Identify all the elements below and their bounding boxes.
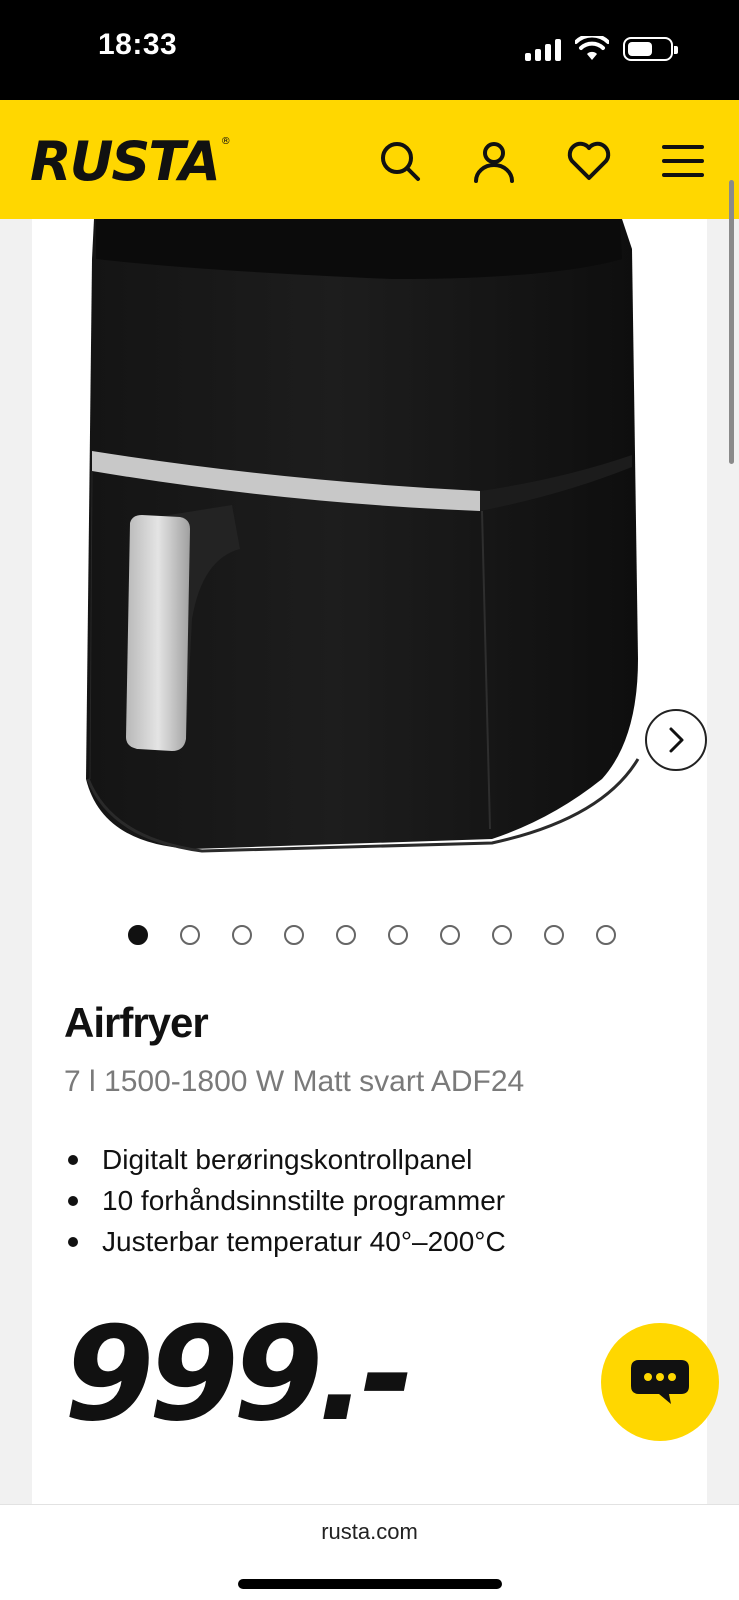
pagination-dot[interactable] [492,925,512,945]
wifi-icon [575,36,609,60]
heart-icon[interactable] [566,138,612,184]
account-icon[interactable] [471,138,517,184]
pagination-dot[interactable] [544,925,564,945]
pagination-dot[interactable] [128,925,148,945]
cellular-signal-icon [525,37,561,61]
status-bar: 18:33 [0,0,739,100]
product-price: 999.- [64,1298,415,1450]
pagination-dot[interactable] [284,925,304,945]
product-card: Airfryer 7 l 1500-1800 W Matt svart ADF2… [32,219,707,1504]
pagination-dot[interactable] [336,925,356,945]
home-indicator[interactable] [238,1579,502,1589]
chevron-right-icon [669,727,684,753]
product-title: Airfryer [64,999,209,1046]
site-header: RUSTA ® [0,100,739,219]
pagination-dot[interactable] [232,925,252,945]
status-time: 18:33 [98,28,178,61]
browser-bottom-bar: rusta.com [0,1504,739,1600]
rusta-logo[interactable]: RUSTA ® [30,130,231,193]
battery-icon [623,37,678,61]
pagination-dot[interactable] [180,925,200,945]
pagination-dot[interactable] [596,925,616,945]
feature-item: Digitalt berøringskontrollpanel [64,1139,506,1180]
search-icon[interactable] [377,138,423,184]
feature-item: 10 forhåndsinnstilte programmer [64,1180,506,1221]
product-image[interactable] [82,219,682,879]
chat-bubble-icon [631,1360,689,1404]
product-subtitle: 7 l 1500-1800 W Matt svart ADF24 [64,1065,525,1098]
menu-icon[interactable] [660,138,706,184]
pagination-dot[interactable] [388,925,408,945]
next-image-button[interactable] [645,709,707,771]
feature-item: Justerbar temperatur 40°–200°C [64,1221,506,1262]
scrollbar[interactable] [729,180,734,464]
chat-button[interactable] [601,1323,719,1441]
image-pagination [128,925,616,945]
pagination-dot[interactable] [440,925,460,945]
url-bar[interactable]: rusta.com [0,1519,739,1545]
status-icons [525,36,678,62]
feature-list: Digitalt berøringskontrollpanel 10 forhå… [64,1139,506,1262]
